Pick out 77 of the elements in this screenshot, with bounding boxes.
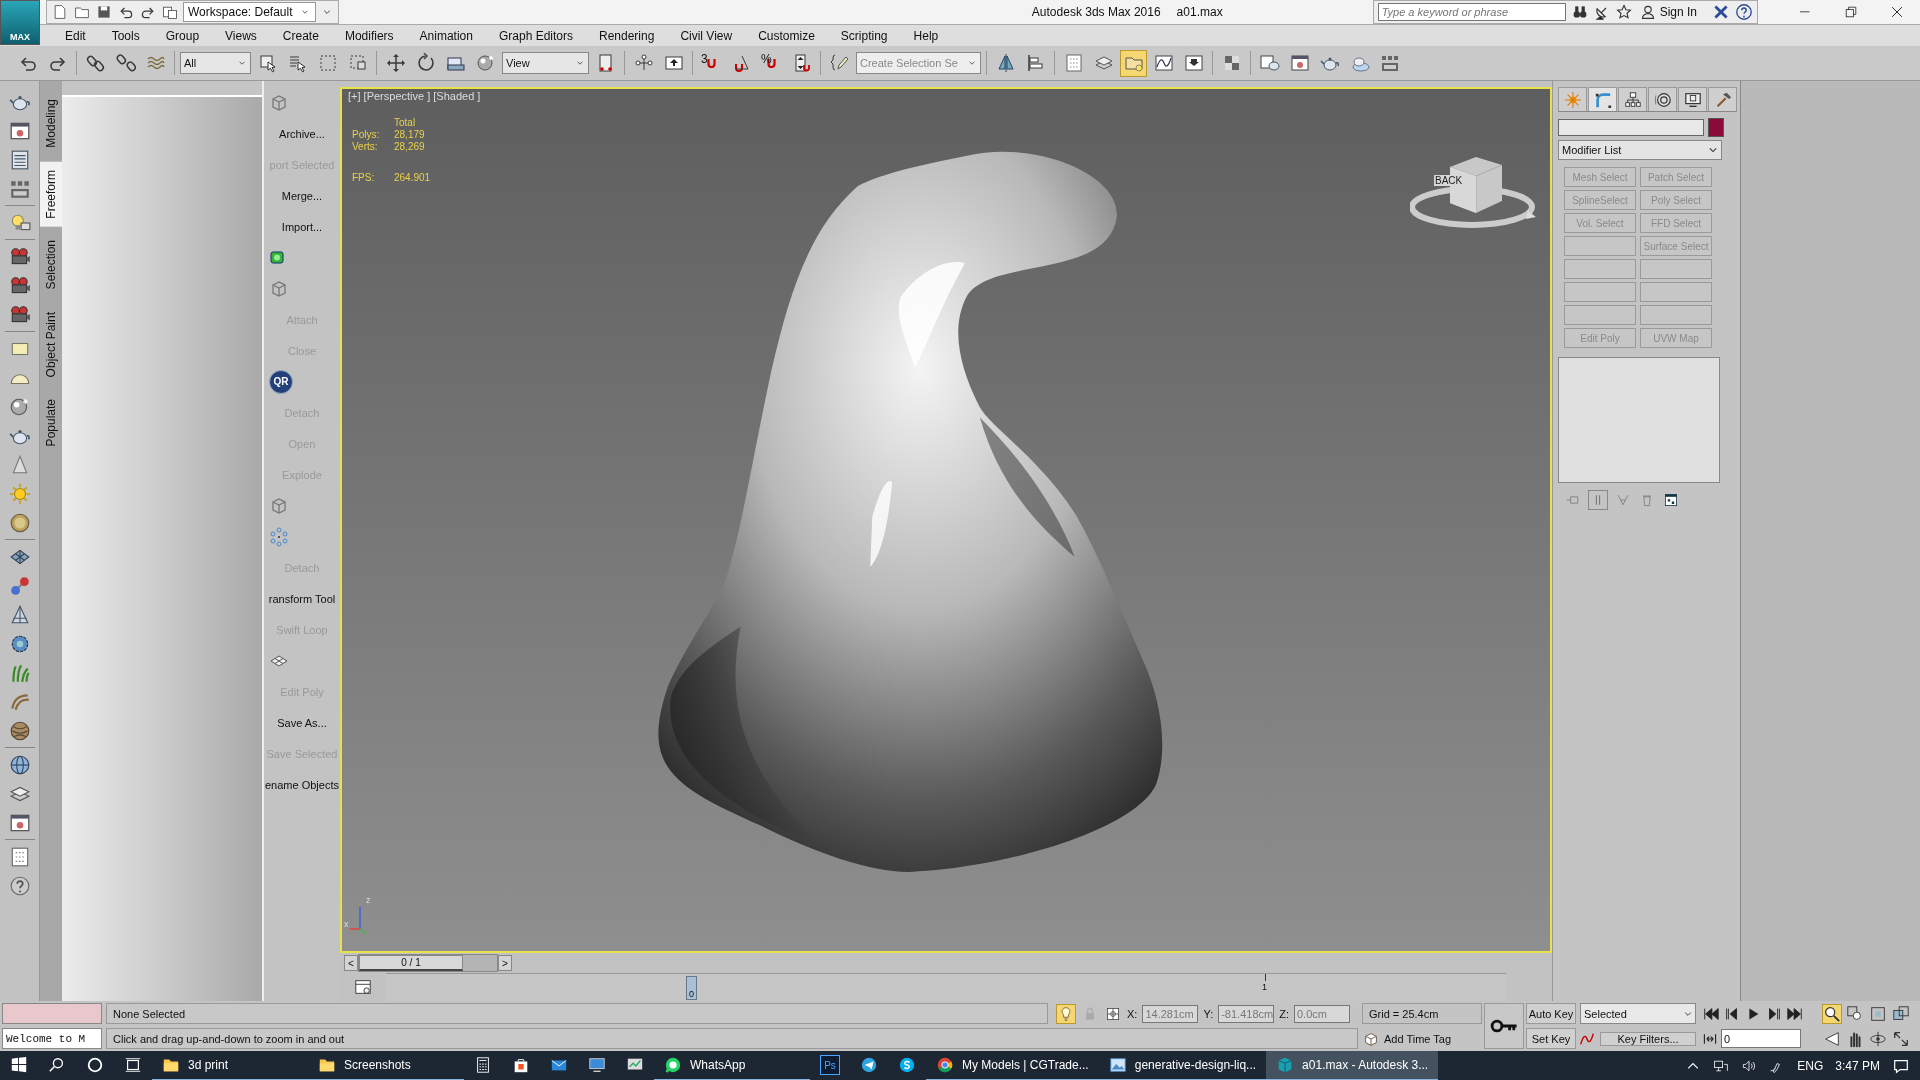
panel-button[interactable]: ename Objects xyxy=(265,778,339,791)
prompt-text: Click and drag up-and-down to zoom in and out xyxy=(106,1028,1358,1049)
script-output-field[interactable]: Welcome to M xyxy=(2,1028,102,1049)
stat-label: FPS: xyxy=(352,172,376,183)
key-mode-dropdown[interactable]: Selected xyxy=(1580,1003,1696,1024)
dropdown[interactable]: All xyxy=(180,52,251,74)
viewport-label[interactable]: [+] [Perspective ] [Shaded ] xyxy=(348,90,481,102)
axis-label: z xyxy=(366,895,371,905)
viewport[interactable]: [+] [Perspective ] [Shaded ] Total Polys: 28,179 Verts: 28,269 FPS: 264.901 BACK z x xyxy=(340,87,1552,953)
language-indicator[interactable]: ENG xyxy=(1797,1059,1824,1073)
dropdown[interactable]: View xyxy=(502,52,589,74)
track-handle[interactable]: 0 xyxy=(686,976,697,1000)
menu-item[interactable]: Edit xyxy=(52,26,99,45)
stat-label: Verts: xyxy=(352,141,379,152)
menu-item[interactable]: Rendering xyxy=(586,26,668,45)
taskbar-app[interactable]: a01.max - Autodesk 3... xyxy=(1266,1051,1439,1080)
time-slider-thumb[interactable]: 0 / 1 xyxy=(359,955,463,971)
menu-item[interactable]: Create xyxy=(269,26,332,45)
view-cube-label: BACK xyxy=(1434,175,1464,186)
coord-label: X: xyxy=(1127,1007,1138,1020)
menu-item[interactable]: Help xyxy=(900,26,952,45)
time-tag-label[interactable]: Add Time Tag xyxy=(1384,1032,1452,1045)
stat-value: 28,269 xyxy=(394,141,426,152)
frame-tick-label: 1 xyxy=(1262,982,1267,992)
stat-value: 28,179 xyxy=(394,129,426,140)
window-title: Autodesk 3ds Max 2016 xyxy=(1031,5,1161,19)
taskbar-app[interactable]: 3d print xyxy=(152,1051,308,1080)
menu-item[interactable]: Animation xyxy=(406,26,486,45)
panel-button[interactable]: Import... xyxy=(281,220,323,233)
coord-label: Y: xyxy=(1203,1007,1214,1020)
menu-item[interactable]: Civil View xyxy=(667,26,746,45)
ribbon-tab[interactable]: Populate xyxy=(40,391,62,455)
panel-button[interactable]: Merge... xyxy=(281,189,323,202)
previous-frame-button[interactable]: < xyxy=(344,955,358,971)
magnet-button[interactable]: 3 xyxy=(698,49,725,77)
panel-button[interactable]: ransform Tool xyxy=(268,592,336,605)
ribbon-tab[interactable]: Object Paint xyxy=(40,303,62,386)
file-name: a01.max xyxy=(1176,5,1223,19)
key-filters-button[interactable]: Key Filters... xyxy=(1600,1031,1696,1046)
menu-item[interactable]: Graph Editors xyxy=(485,26,586,45)
menu-item[interactable]: Tools xyxy=(98,26,153,45)
app-badge-icon: Ps xyxy=(820,1055,840,1075)
taskbar-app[interactable]: Screenshots xyxy=(308,1051,464,1080)
taskbar-app[interactable]: My Models | CGTrade... xyxy=(926,1051,1099,1080)
search-field[interactable]: Type a keyword or phrase xyxy=(1377,3,1566,21)
ribbon-tab[interactable]: Freeform xyxy=(40,161,62,227)
grid-size: Grid = 25.4cm xyxy=(1362,1003,1482,1024)
panel-button[interactable]: Save As... xyxy=(277,716,327,729)
taskbar-app[interactable]: WhatsApp xyxy=(654,1051,810,1080)
ribbon-tab[interactable]: Modeling xyxy=(40,91,62,156)
clock[interactable]: 3:47 PM xyxy=(1835,1059,1880,1073)
magnet-button[interactable]: % xyxy=(758,49,785,77)
frame-field[interactable]: 0 xyxy=(1721,1029,1801,1048)
time-slider-track[interactable]: 0 / 1 xyxy=(358,954,498,972)
workspace-dropdown[interactable]: Workspace: Default xyxy=(183,2,316,22)
menu-item[interactable]: Group xyxy=(152,26,213,45)
stats-header: Total xyxy=(394,117,417,128)
app-menu-button[interactable]: MAX xyxy=(0,0,40,45)
axis-label: x xyxy=(344,919,349,929)
next-frame-button[interactable]: > xyxy=(498,955,512,971)
round-badge-icon[interactable]: QR xyxy=(269,369,293,394)
track-bar[interactable]: 0 1 xyxy=(386,973,1506,1001)
ribbon-tab[interactable]: Selection xyxy=(40,232,62,298)
coord-label: Z: xyxy=(1279,1007,1289,1020)
panel-button[interactable]: Archive... xyxy=(279,127,325,140)
stat-label: Polys: xyxy=(352,129,381,140)
selection-status: None Selected xyxy=(106,1003,1048,1024)
stat-value: 264.901 xyxy=(394,172,431,183)
sign-in-button[interactable]: Sign In xyxy=(1637,4,1707,20)
modifier-list-dropdown[interactable]: Modifier List xyxy=(1558,140,1722,160)
taskbar-app[interactable]: Ps xyxy=(810,1051,850,1080)
menu-item[interactable]: Modifiers xyxy=(331,26,407,45)
auto-key-button[interactable]: Auto Key xyxy=(1526,1003,1576,1024)
menu-item[interactable]: Scripting xyxy=(827,26,901,45)
menu-item[interactable]: Views xyxy=(212,26,270,45)
menu-item[interactable]: Customize xyxy=(745,26,828,45)
set-key-button[interactable]: Set Key xyxy=(1526,1028,1576,1049)
